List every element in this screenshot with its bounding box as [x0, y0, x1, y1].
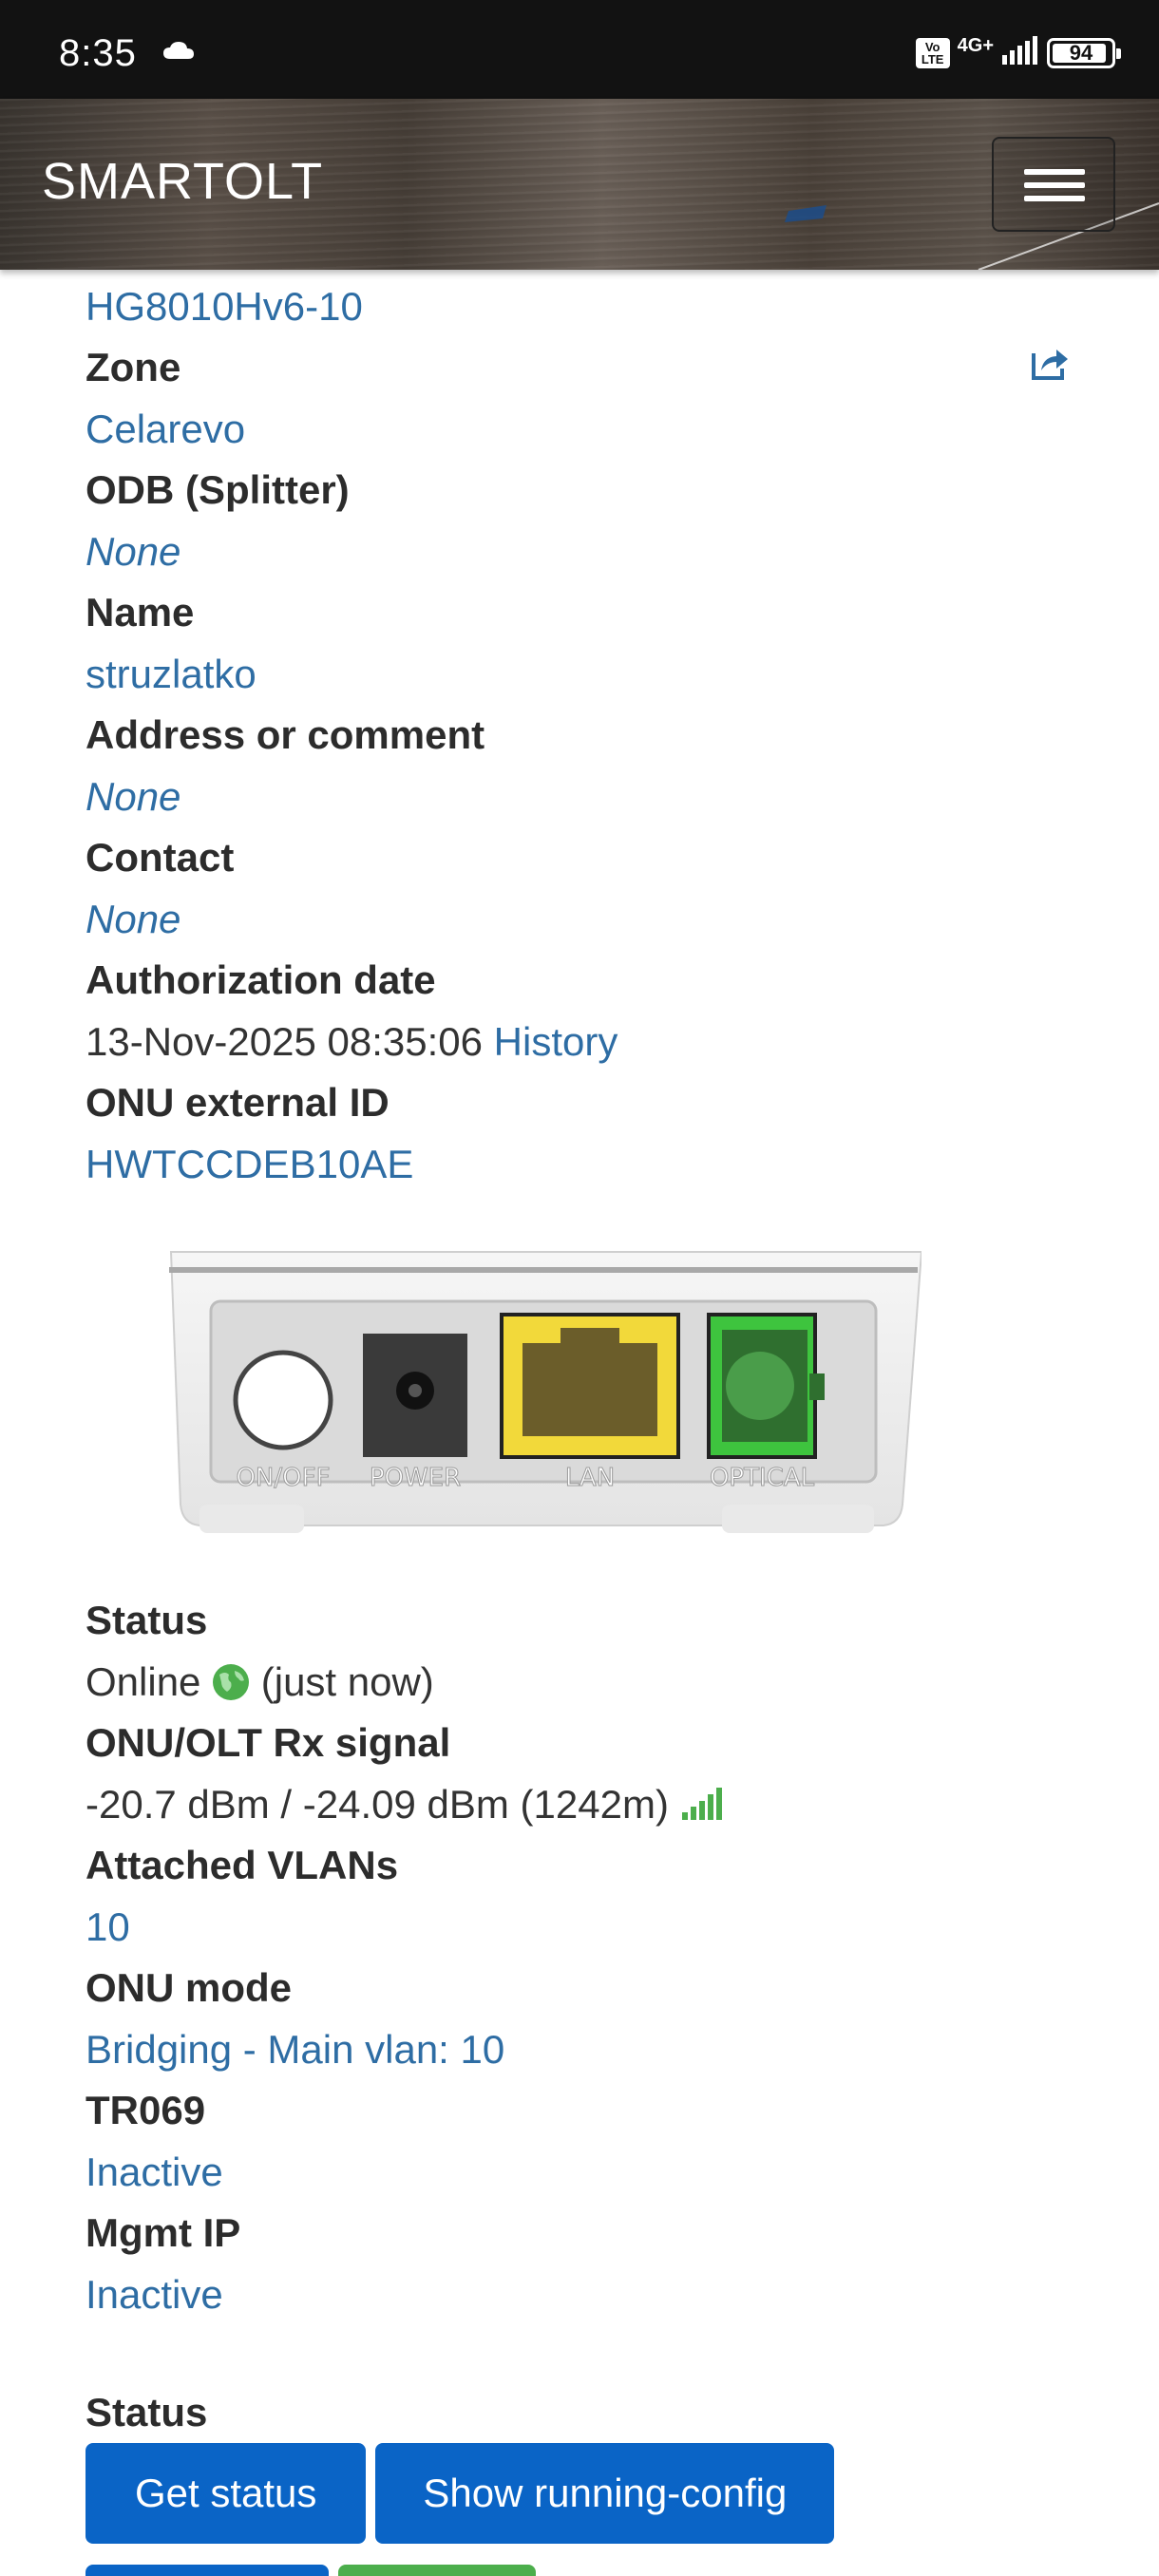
- navbar: SMARTOLT: [0, 99, 1159, 270]
- battery-icon: 94: [1047, 37, 1121, 68]
- contact-link[interactable]: None: [86, 888, 1074, 950]
- next-green-button-partial[interactable]: [338, 2565, 536, 2576]
- mgmt-ip-label: Mgmt IP: [86, 2210, 241, 2255]
- show-running-config-button[interactable]: Show running-config: [375, 2443, 835, 2544]
- status-bar: 8:35 Vo LTE 4G+ 94: [0, 0, 1159, 99]
- external-id-link[interactable]: HWTCCDEB10AE: [86, 1133, 1074, 1195]
- hamburger-icon-bar: [1024, 182, 1085, 188]
- address-label: Address or comment: [86, 712, 485, 757]
- onu-details: HG8010Hv6-10 Zone Celarevo ODB (Splitter…: [86, 275, 1074, 1195]
- status-icons: Vo LTE 4G+ 94: [915, 34, 1121, 69]
- clock: 8:35: [59, 32, 137, 74]
- vlans-link[interactable]: 10: [86, 1896, 1074, 1958]
- address-link[interactable]: None: [86, 766, 1074, 827]
- odb-link[interactable]: None: [86, 521, 1074, 582]
- name-label: Name: [86, 590, 195, 635]
- history-link[interactable]: History: [494, 1019, 618, 1064]
- onu-status-section: Status Online (just now) ONU/OLT Rx sign…: [86, 1590, 1074, 2325]
- port-label-power: POWER: [370, 1464, 461, 1492]
- signal-strength-icon: [680, 1775, 724, 1837]
- volte-line1: Vo: [924, 39, 940, 54]
- zone-link[interactable]: Celarevo: [86, 398, 1074, 460]
- authorization-date-label: Authorization date: [86, 957, 436, 1002]
- port-label-onoff: ON/OFF: [236, 1464, 330, 1492]
- signal-value: -20.7 dBm / -24.09 dBm (1242m): [86, 1782, 669, 1827]
- mgmt-ip-link[interactable]: Inactive: [86, 2263, 1074, 2325]
- status-actions: Get status Show running-config: [86, 2443, 835, 2544]
- authorization-date: 13-Nov-2025 08:35:06: [86, 1019, 483, 1064]
- hamburger-icon-bar: [1024, 196, 1085, 201]
- battery-percent: 94: [1069, 40, 1093, 65]
- cloud-icon: [162, 40, 196, 66]
- actions-section-label: Status: [86, 2390, 208, 2434]
- onu-device-image: ON/OFF POWER LAN OPTICAL: [169, 1251, 922, 1533]
- next-button-partial[interactable]: [86, 2565, 329, 2576]
- signal-icon: [1001, 36, 1039, 69]
- volte-line2: LTE: [921, 51, 944, 66]
- contact-label: Contact: [86, 835, 235, 880]
- vlans-label: Attached VLANs: [86, 1843, 399, 1887]
- external-id-label: ONU external ID: [86, 1080, 390, 1125]
- online-text: Online: [86, 1659, 201, 1704]
- signal-row: -20.7 dBm / -24.09 dBm (1242m): [86, 1773, 1074, 1835]
- name-link[interactable]: struzlatko: [86, 643, 1074, 705]
- signal-label: ONU/OLT Rx signal: [86, 1720, 451, 1765]
- globe-icon: [212, 1657, 250, 1718]
- status-label: Status: [86, 1598, 208, 1642]
- menu-toggle-button[interactable]: [992, 137, 1115, 232]
- authorization-date-value: 13-Nov-2025 08:35:06 History: [86, 1011, 1074, 1072]
- tr069-link[interactable]: Inactive: [86, 2141, 1074, 2203]
- brand-logo[interactable]: SMARTOLT: [42, 152, 323, 211]
- port-label-optical: OPTICAL: [710, 1464, 815, 1492]
- hamburger-icon: [1024, 169, 1085, 175]
- tr069-label: TR069: [86, 2088, 206, 2132]
- onu-mode-link[interactable]: Bridging - Main vlan: 10: [86, 2018, 1074, 2080]
- get-status-button[interactable]: Get status: [86, 2443, 367, 2544]
- odb-label: ODB (Splitter): [86, 467, 350, 512]
- onu-type-link[interactable]: HG8010Hv6-10: [86, 275, 1074, 337]
- status-value: Online (just now): [86, 1651, 1074, 1713]
- network-type: 4G+: [957, 34, 994, 56]
- status-time: (just now): [260, 1659, 434, 1704]
- onu-mode-label: ONU mode: [86, 1965, 293, 2010]
- port-label-lan: LAN: [565, 1464, 615, 1492]
- zone-label: Zone: [86, 345, 181, 389]
- volte-icon: Vo LTE: [915, 37, 950, 68]
